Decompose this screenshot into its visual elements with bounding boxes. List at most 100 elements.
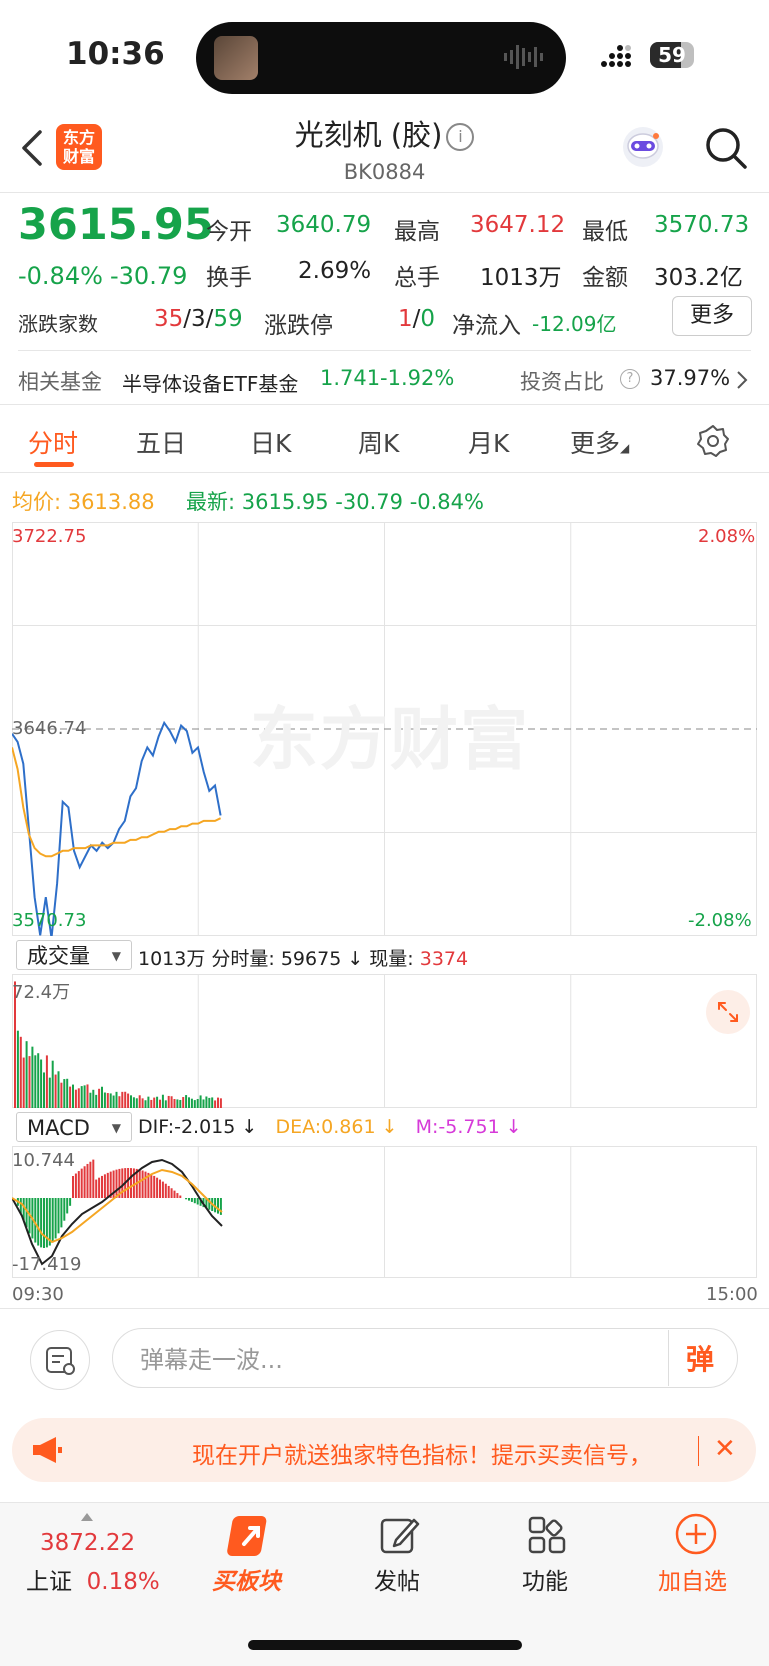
- volume-bar: [153, 1097, 156, 1108]
- signal-icon: [601, 45, 631, 67]
- edit-post-icon[interactable]: [378, 1514, 420, 1556]
- tab-weekly-k[interactable]: 周K: [358, 424, 399, 460]
- volume-selector-label: 成交量: [27, 944, 90, 968]
- avg-value: 3613.88: [67, 490, 155, 514]
- volume-bar: [118, 1096, 121, 1108]
- volume-bar: [144, 1100, 147, 1108]
- expand-button[interactable]: [706, 990, 750, 1034]
- volume-bar: [190, 1098, 193, 1108]
- battery-level: 59: [658, 43, 686, 67]
- fund-name[interactable]: 半导体设备ETF基金: [122, 368, 298, 397]
- macd-bar: [176, 1193, 179, 1198]
- volume-bar: [121, 1091, 124, 1108]
- functions-grid-icon[interactable]: [526, 1514, 568, 1556]
- volume-bar: [34, 1055, 37, 1108]
- volume-bar: [159, 1099, 161, 1108]
- macd-dif: DIF:-2.015 ↓: [138, 1116, 258, 1138]
- volume-selector[interactable]: 成交量 ▼: [16, 940, 132, 970]
- current-volume: 3374: [419, 948, 469, 970]
- macd-min: -17.419: [12, 1254, 82, 1275]
- index-value[interactable]: 3872.22: [40, 1530, 135, 1556]
- chevron-right-icon[interactable]: [736, 370, 748, 390]
- macd-bar: [196, 1198, 199, 1205]
- macd-bar: [51, 1198, 54, 1243]
- macd-bar: [141, 1170, 144, 1198]
- divider: [0, 192, 769, 193]
- macd-bar: [63, 1198, 66, 1221]
- time-end: 15:00: [706, 1284, 758, 1305]
- macd-bar: [190, 1198, 193, 1202]
- macd-dea: DEA:0.861 ↓: [275, 1116, 398, 1138]
- macd-selector[interactable]: MACD ▼: [16, 1112, 132, 1142]
- volume-bar: [211, 1097, 214, 1108]
- high-value: 3647.12: [470, 212, 566, 238]
- volume-bar: [147, 1096, 150, 1108]
- macd-bar: [138, 1169, 141, 1198]
- gear-icon[interactable]: [696, 424, 730, 458]
- buy-sector-button[interactable]: [220, 1512, 280, 1564]
- info-icon[interactable]: i: [446, 123, 475, 151]
- active-tab-indicator: [34, 462, 74, 467]
- volume-bar: [193, 1100, 196, 1108]
- add-watchlist-icon[interactable]: [674, 1512, 718, 1556]
- close-icon[interactable]: ✕: [714, 1434, 736, 1464]
- macd-bar: [69, 1198, 72, 1206]
- volume-bar: [40, 1059, 43, 1108]
- macd-bar: [179, 1195, 182, 1198]
- volume-total: 1013万: [138, 948, 206, 970]
- macd-selector-label: MACD: [27, 1116, 90, 1140]
- volume-value: 1013万: [480, 265, 562, 291]
- volume-bar: [89, 1092, 92, 1108]
- volume-bar: [83, 1085, 86, 1108]
- change-percent: -0.84%: [18, 262, 103, 290]
- latest-change: -30.79: [335, 490, 403, 514]
- volume-bar: [77, 1088, 80, 1108]
- investment-ratio-label: 投资占比: [520, 370, 604, 394]
- breadth-down: 59: [213, 306, 243, 332]
- add-watchlist-label[interactable]: 加自选: [658, 1562, 727, 1596]
- danmu-send-button[interactable]: 弹: [686, 1338, 714, 1378]
- volume-bar: [60, 1082, 63, 1108]
- price-line: [12, 720, 222, 936]
- tab-five-day[interactable]: 五日: [136, 424, 186, 460]
- high-label: 最高: [394, 219, 440, 245]
- macd-bar: [54, 1198, 57, 1239]
- volume-bar: [179, 1099, 182, 1108]
- robot-assistant-icon[interactable]: [620, 124, 666, 170]
- average-price-info: 均价: 3613.88: [12, 486, 155, 516]
- amount-label: 金额: [582, 265, 628, 291]
- macd-bar: [173, 1190, 176, 1198]
- comment-list-button[interactable]: [30, 1330, 90, 1390]
- tab-monthly-k[interactable]: 月K: [468, 424, 509, 460]
- index-ticker[interactable]: 上证 0.18%: [26, 1562, 160, 1596]
- current-price: 3615.95: [18, 200, 214, 250]
- tab-daily-k[interactable]: 日K: [250, 424, 291, 460]
- index-change: 0.18%: [86, 1569, 160, 1595]
- macd-m: M:-5.751 ↓: [415, 1116, 522, 1138]
- divider: [0, 1308, 769, 1309]
- tab-more[interactable]: 更多◢: [570, 424, 629, 460]
- post-label[interactable]: 发帖: [374, 1562, 420, 1596]
- open-value: 3640.79: [276, 212, 372, 238]
- volume-bar: [167, 1095, 170, 1108]
- volume-bar: [214, 1100, 217, 1108]
- buy-sector-label[interactable]: 买板块: [212, 1562, 281, 1596]
- macd-bar: [103, 1174, 106, 1198]
- volume-bar: [170, 1096, 173, 1108]
- volume-bar: [48, 1077, 51, 1108]
- divider: [0, 472, 769, 473]
- tab-intraday[interactable]: 分时: [28, 424, 78, 460]
- volume-bar: [127, 1093, 130, 1108]
- home-indicator: [248, 1640, 522, 1650]
- macd-bar: [188, 1198, 190, 1201]
- more-button[interactable]: 更多: [672, 296, 752, 336]
- volume-bar: [69, 1086, 72, 1108]
- search-icon[interactable]: [704, 126, 748, 170]
- macd-chart[interactable]: [12, 1146, 757, 1278]
- functions-label[interactable]: 功能: [522, 1562, 568, 1596]
- volume-chart[interactable]: [12, 974, 757, 1108]
- volume-bar: [92, 1089, 95, 1108]
- help-icon[interactable]: ?: [620, 369, 640, 389]
- netflow-value: -12.09亿: [532, 312, 617, 336]
- macd-bar: [150, 1174, 153, 1198]
